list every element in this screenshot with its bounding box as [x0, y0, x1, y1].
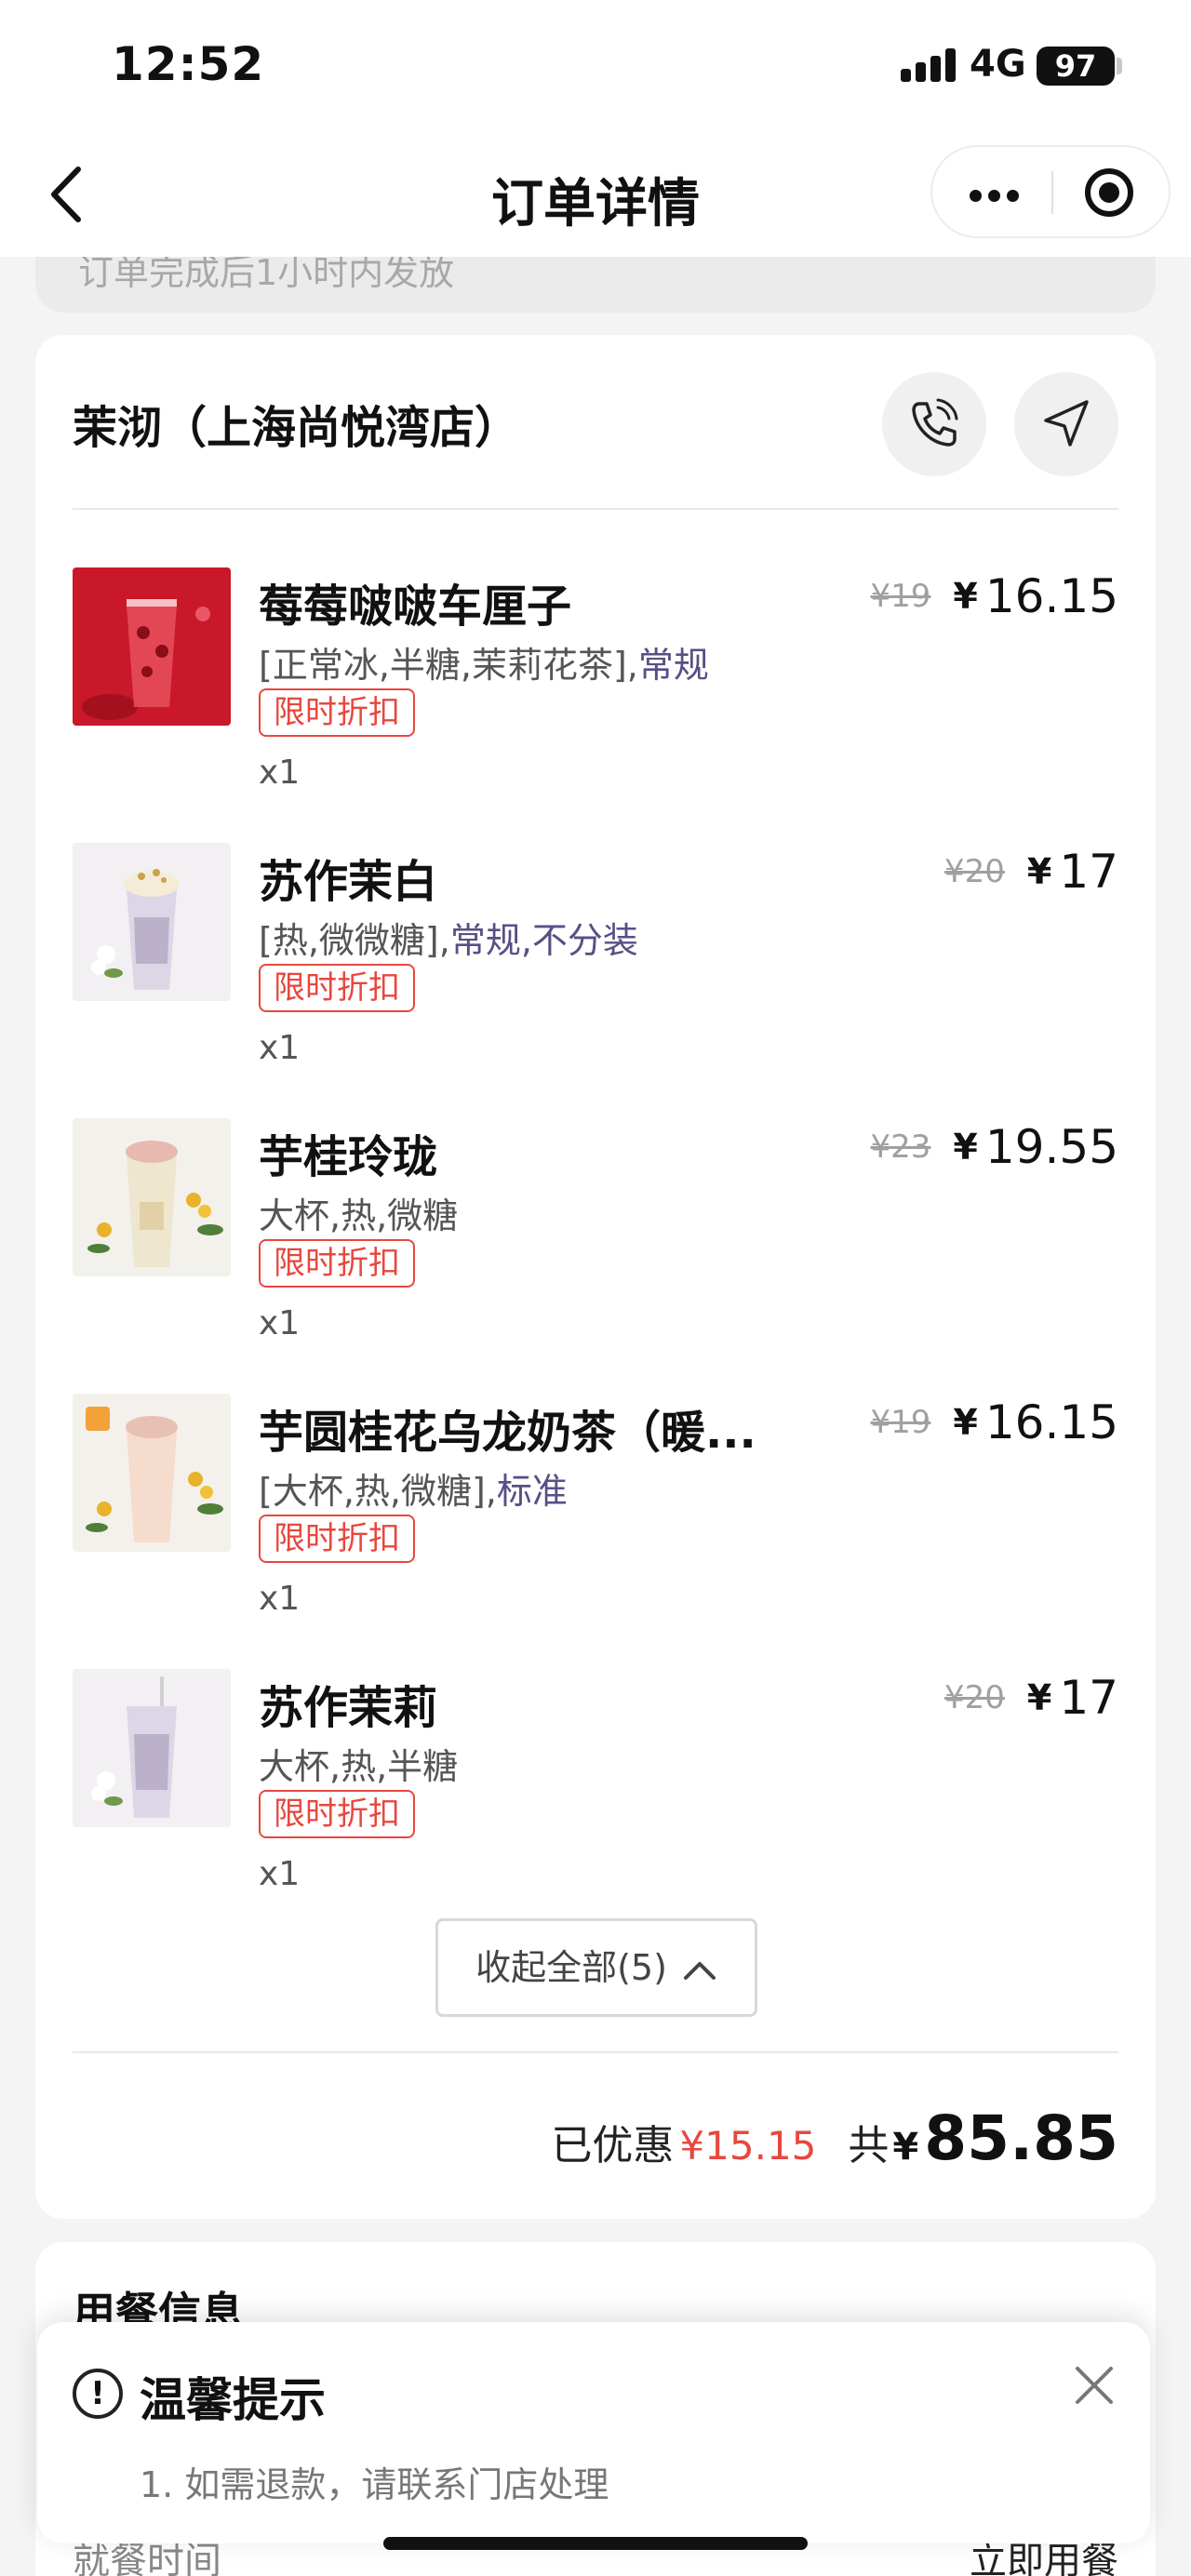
close-program-button[interactable] [1085, 168, 1133, 217]
price-box: ¥20 ¥17 [944, 1671, 1118, 1727]
home-indicator [383, 2537, 808, 2550]
currency-symbol: ¥ [953, 1127, 978, 1168]
network-label: 4G [970, 43, 1026, 86]
current-price: 17 [1059, 845, 1118, 899]
store-name: 茉沏（上海尚悦湾店） [73, 402, 520, 454]
product-image [73, 843, 231, 1001]
tip-text: 1. 如需退款，请联系门店处理 [140, 2464, 609, 2505]
battery-tip [1117, 58, 1122, 74]
item-quantity: x1 [259, 754, 301, 792]
signal-icon [901, 48, 957, 82]
discount-label: 已优惠 [551, 2122, 675, 2169]
item-name: 莓莓啵啵车厘子 [259, 581, 572, 633]
order-item[interactable]: 苏作茉白 [热,微微糖],常规,不分装 限时折扣 x1 ¥20 ¥17 [73, 843, 1118, 1085]
order-item[interactable]: 芋圆桂花乌龙奶茶（暖... [大杯,热,微糖],标准 限时折扣 x1 ¥19 ¥1… [73, 1394, 1118, 1635]
original-price: ¥23 [870, 1128, 931, 1166]
currency-symbol: ¥ [1026, 851, 1052, 892]
close-icon [1076, 2367, 1113, 2404]
order-card: 茉沏（上海尚悦湾店） 莓莓啵啵车厘子 [正常冰,半糖,茉莉花茶],常规 限时折扣… [35, 335, 1156, 2219]
item-name: 芋圆桂花乌龙奶茶（暖... [259, 1407, 756, 1459]
order-summary: 已优惠 ¥15.15 共 ¥85.85 [551, 2102, 1118, 2177]
chevron-up-icon [683, 1961, 716, 1980]
discount-badge: 限时折扣 [259, 964, 415, 1012]
info-icon: ! [73, 2369, 123, 2419]
discount-badge: 限时折扣 [259, 688, 415, 737]
spec-text: [正常冰,半糖,茉莉花茶], [259, 645, 638, 686]
spec-text: 大杯,热,微糖 [259, 1195, 459, 1236]
product-image [73, 1118, 231, 1276]
product-image [73, 1394, 231, 1552]
item-spec: [热,微微糖],常规,不分装 [259, 912, 638, 963]
nav-bar: 订单详情 [0, 130, 1191, 257]
discount-amount: ¥15.15 [679, 2123, 817, 2169]
item-name: 芋桂玲珑 [259, 1131, 438, 1183]
item-spec: [大杯,热,微糖],标准 [259, 1462, 568, 1514]
total-label: 共 [848, 2122, 890, 2169]
price-box: ¥20 ¥17 [944, 845, 1118, 901]
current-price: 17 [1059, 1671, 1118, 1725]
divider [73, 2051, 1118, 2053]
divider [73, 508, 1118, 510]
status-time: 12:52 [112, 37, 265, 91]
battery-icon: 97 [1037, 47, 1115, 86]
discount-badge: 限时折扣 [259, 1790, 415, 1838]
tip-popup: ! 温馨提示 1. 如需退款，请联系门店处理 [37, 2322, 1150, 2543]
total-currency: ¥ [892, 2126, 919, 2169]
navigate-button[interactable] [1014, 372, 1118, 476]
currency-symbol: ¥ [1026, 1677, 1052, 1718]
spec-option: 常规,不分装 [449, 920, 638, 961]
spec-text: [热,微微糖], [259, 920, 450, 961]
currency-symbol: ¥ [953, 576, 978, 617]
item-quantity: x1 [259, 1855, 301, 1893]
price-box: ¥19 ¥16.15 [871, 569, 1119, 625]
call-store-button[interactable] [882, 372, 986, 476]
phone-icon [912, 398, 958, 447]
item-quantity: x1 [259, 1304, 301, 1342]
order-item[interactable]: 苏作茉莉 大杯,热,半糖 限时折扣 x1 ¥20 ¥17 [73, 1669, 1118, 1911]
price-box: ¥19 ¥16.15 [871, 1395, 1119, 1451]
order-item[interactable]: 莓莓啵啵车厘子 [正常冰,半糖,茉莉花茶],常规 限时折扣 x1 ¥19 ¥16.… [73, 567, 1118, 809]
collapse-all-button[interactable]: 收起全部(5) [435, 1918, 757, 2017]
product-image [73, 1669, 231, 1827]
original-price: ¥20 [944, 853, 1005, 890]
item-quantity: x1 [259, 1029, 301, 1067]
current-price: 16.15 [984, 1395, 1118, 1449]
item-name: 苏作茉白 [259, 856, 438, 908]
more-button[interactable] [932, 147, 1051, 236]
status-bar: 12:52 4G 97 [0, 0, 1191, 130]
tip-title: 温馨提示 [140, 2373, 326, 2427]
discount-badge: 限时折扣 [259, 1515, 415, 1563]
mini-program-capsule [930, 145, 1171, 238]
price-box: ¥23 ¥19.55 [871, 1120, 1119, 1176]
original-price: ¥20 [944, 1679, 1005, 1716]
item-spec: 大杯,热,半糖 [259, 1738, 458, 1789]
collapse-label: 收起全部(5) [475, 1947, 667, 1988]
product-image [73, 567, 231, 726]
spec-option: 标准 [496, 1471, 568, 1512]
item-name: 苏作茉莉 [259, 1682, 438, 1734]
discount-badge: 限时折扣 [259, 1239, 415, 1288]
current-price: 16.15 [984, 569, 1118, 623]
navigation-icon [1044, 400, 1089, 447]
spec-option: 常规 [637, 645, 709, 686]
spec-text: [大杯,热,微糖], [259, 1471, 497, 1512]
original-price: ¥19 [870, 1404, 931, 1441]
currency-symbol: ¥ [953, 1402, 978, 1443]
item-spec: [正常冰,半糖,茉莉花茶],常规 [259, 636, 709, 687]
current-price: 19.55 [984, 1120, 1118, 1174]
order-item[interactable]: 芋桂玲珑 大杯,热,微糖 限时折扣 x1 ¥23 ¥19.55 [73, 1118, 1118, 1360]
original-price: ¥19 [870, 578, 931, 615]
capsule-divider [1051, 171, 1053, 214]
total-amount: 85.85 [924, 2102, 1118, 2174]
item-spec: 大杯,热,微糖 [259, 1187, 458, 1238]
item-quantity: x1 [259, 1580, 301, 1618]
spec-text: 大杯,热,半糖 [259, 1746, 459, 1787]
close-tip-button[interactable] [1068, 2359, 1120, 2411]
